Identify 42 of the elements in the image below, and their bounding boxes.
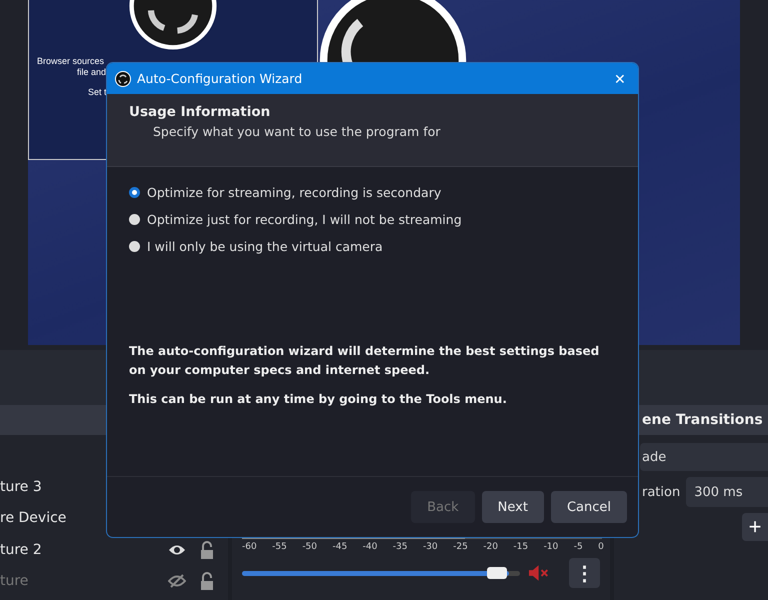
- add-button[interactable]: +: [742, 513, 768, 541]
- close-button[interactable]: ✕: [610, 70, 630, 86]
- source-name[interactable]: ture 2: [0, 542, 42, 558]
- source-name[interactable]: re Device: [0, 510, 66, 526]
- next-button[interactable]: Next: [482, 491, 544, 523]
- scene-text: file and: [77, 67, 106, 77]
- scene-text: Browser sources: [37, 56, 104, 66]
- meter-tick-label: -55: [272, 542, 287, 552]
- page-heading: Usage Information: [129, 104, 272, 120]
- meter-tick-label: -15: [513, 542, 528, 552]
- unlocked-icon[interactable]: [200, 572, 214, 590]
- radio-option[interactable]: I will only be using the virtual camera: [129, 239, 616, 254]
- info-text: The auto-configuration wizard will determine the best settings based on your computer specs and internet speed.: [129, 343, 600, 380]
- meter-tick-label: -50: [302, 542, 318, 552]
- eye-slash-icon[interactable]: [168, 574, 186, 588]
- source-name[interactable]: ture 3: [0, 478, 42, 495]
- info-text: This can be run at any time by going to the Tools menu.: [129, 391, 508, 408]
- duration-label: ration: [642, 484, 680, 500]
- dock-title: ene Transitions: [642, 412, 763, 428]
- menu-button[interactable]: ⋮: [569, 558, 600, 588]
- meter-tick-label: -10: [544, 542, 558, 552]
- meter-tick-label: -45: [332, 542, 348, 552]
- meter-tick-label: -30: [422, 542, 438, 552]
- meter-tick-label: 0: [598, 542, 604, 552]
- meter-tick-label: -25: [453, 542, 468, 552]
- logo-icon: [318, 0, 468, 62]
- meter-tick-label: -20: [483, 542, 498, 552]
- meter-tick-label: -5: [574, 542, 583, 552]
- radio-option[interactable]: Optimize for streaming, recording is secondary: [129, 185, 616, 200]
- muted-speaker-icon[interactable]: [528, 565, 550, 581]
- transition-dropdown[interactable]: ade: [640, 443, 768, 471]
- cancel-button[interactable]: Cancel: [550, 491, 627, 523]
- meter-tick-label: -35: [392, 542, 408, 552]
- app-logo-icon: [115, 70, 131, 86]
- radio-option[interactable]: Optimize just for recording, I will not be streaming: [129, 212, 616, 227]
- meter-tick-label: -60: [242, 542, 257, 552]
- eye-icon[interactable]: [168, 544, 186, 556]
- unlocked-icon[interactable]: [200, 540, 214, 559]
- meter-tick-label: -40: [362, 542, 378, 552]
- duration-field[interactable]: 300 ms: [686, 477, 768, 507]
- window-title: Auto-Configuration Wizard: [137, 71, 304, 86]
- page-subheading: Specify what you want to use the program for: [153, 124, 442, 139]
